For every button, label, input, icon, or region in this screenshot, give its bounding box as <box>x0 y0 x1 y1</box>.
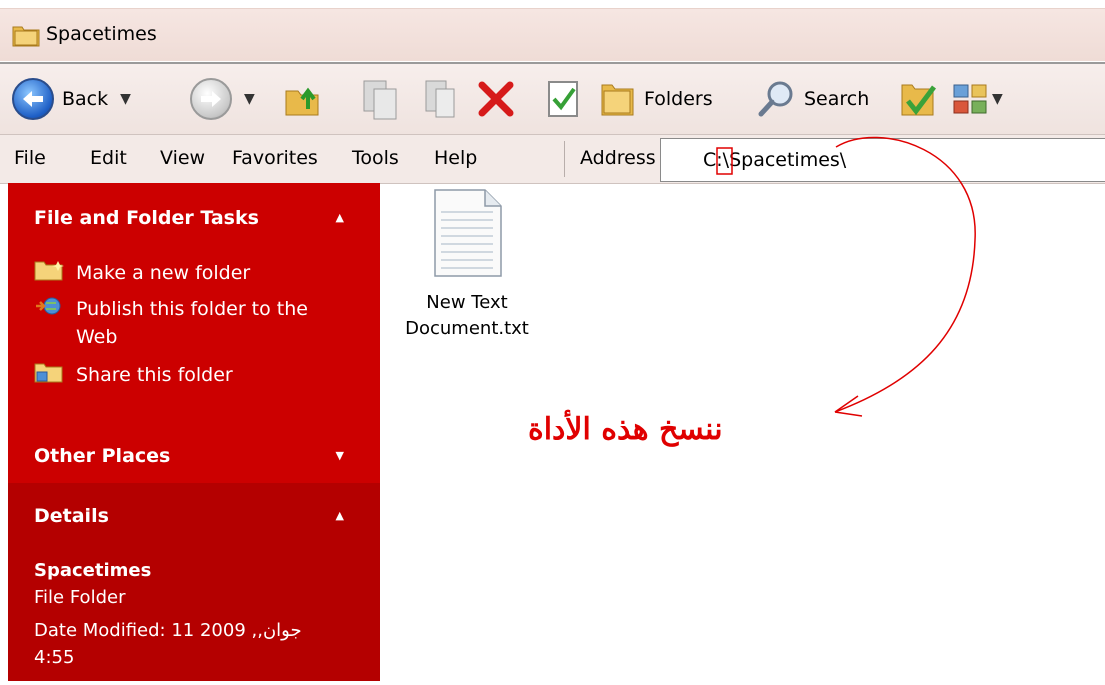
address-bar[interactable]: C:\Spacetimes\ <box>660 138 1105 182</box>
task-pane: File and Folder Tasks ▲ Make a new folde… <box>8 183 380 681</box>
collapse-icon[interactable]: ▲ <box>336 509 344 522</box>
views-icon <box>953 84 987 114</box>
text-file-icon <box>434 189 502 277</box>
search-icon <box>758 81 793 117</box>
address-label: Address <box>580 147 656 169</box>
forward-arrow-icon <box>190 78 232 120</box>
file-folder-tasks-title: File and Folder Tasks <box>34 207 259 229</box>
back-dropdown-icon[interactable]: ▼ <box>120 91 131 107</box>
back-button[interactable]: Back ▼ <box>12 64 131 134</box>
folders-icon <box>601 84 634 116</box>
details-title[interactable]: Details <box>34 505 109 527</box>
forward-dropdown-icon[interactable]: ▼ <box>244 91 255 107</box>
expand-icon[interactable]: ▼ <box>336 449 344 462</box>
up-folder-button[interactable] <box>282 64 322 134</box>
move-to-icon <box>363 80 397 120</box>
address-input[interactable]: C:\Spacetimes\ <box>703 149 846 171</box>
collapse-icon[interactable]: ▲ <box>336 211 344 224</box>
views-button[interactable]: ▼ <box>950 64 1003 134</box>
publish-web-icon <box>36 297 61 315</box>
details-type: File Folder <box>34 587 126 608</box>
folder-options-button[interactable] <box>900 64 938 134</box>
back-label: Back <box>62 88 109 110</box>
copy-to-icon <box>425 80 455 118</box>
menu-file[interactable]: File <box>14 147 46 169</box>
share-folder-icon <box>34 363 63 383</box>
details-section: Details ▲ Spacetimes File Folder Date Mo… <box>8 483 380 681</box>
task-label: Make a new folder <box>76 262 251 284</box>
folders-button[interactable]: Folders <box>600 64 713 134</box>
folder-icon <box>12 26 40 47</box>
properties-button[interactable] <box>546 64 582 134</box>
delete-button[interactable] <box>476 64 516 134</box>
task-label: Share this folder <box>76 364 233 386</box>
arrow-head-icon <box>834 395 863 417</box>
toolbar: Back ▼ ▼ Folders Search ▼ <box>0 62 1105 134</box>
menu-view[interactable]: View <box>160 147 205 169</box>
annotation-text: ننسخ هذه الأداة <box>528 412 723 447</box>
search-label: Search <box>804 88 870 110</box>
task-label: Publish this folder to the Web <box>76 298 308 348</box>
menu-help[interactable]: Help <box>434 147 477 169</box>
title-bar: Spacetimes <box>0 8 1105 61</box>
details-date-modified: Date Modified: 11 2009 ,جوان, 4:55 <box>34 620 302 668</box>
folder-check-icon <box>901 84 936 116</box>
file-item[interactable]: New Text Document.txt <box>392 188 542 342</box>
file-folder-tasks-header[interactable]: File and Folder Tasks ▲ <box>8 183 380 249</box>
task-make-new-folder[interactable]: Make a new folder <box>34 259 250 287</box>
menu-tools[interactable]: Tools <box>352 147 399 169</box>
search-button[interactable]: Search <box>756 64 869 134</box>
forward-button[interactable]: ▼ <box>190 64 255 134</box>
back-arrow-icon <box>12 78 54 120</box>
move-to-button[interactable] <box>360 64 400 134</box>
menu-edit[interactable]: Edit <box>90 147 127 169</box>
details-info: Spacetimes File Folder Date Modified: 11… <box>34 557 334 671</box>
other-places-header[interactable]: Other Places ▼ <box>8 421 380 487</box>
up-folder-icon <box>285 87 319 116</box>
other-places-title: Other Places <box>34 445 171 467</box>
new-folder-icon <box>34 261 64 281</box>
delete-icon <box>478 81 514 117</box>
details-name: Spacetimes <box>34 560 152 581</box>
copy-to-button[interactable] <box>420 64 460 134</box>
file-name: New Text Document.txt <box>405 292 529 339</box>
task-share-folder[interactable]: Share this folder <box>34 361 233 389</box>
task-publish-folder-web[interactable]: Publish this folder to the Web <box>34 295 344 351</box>
menu-separator <box>564 141 565 177</box>
menu-favorites[interactable]: Favorites <box>232 147 318 169</box>
views-dropdown-icon[interactable]: ▼ <box>992 91 1003 107</box>
checkmark-icon <box>548 81 578 117</box>
folders-label: Folders <box>644 88 713 110</box>
window-title: Spacetimes <box>46 23 157 45</box>
